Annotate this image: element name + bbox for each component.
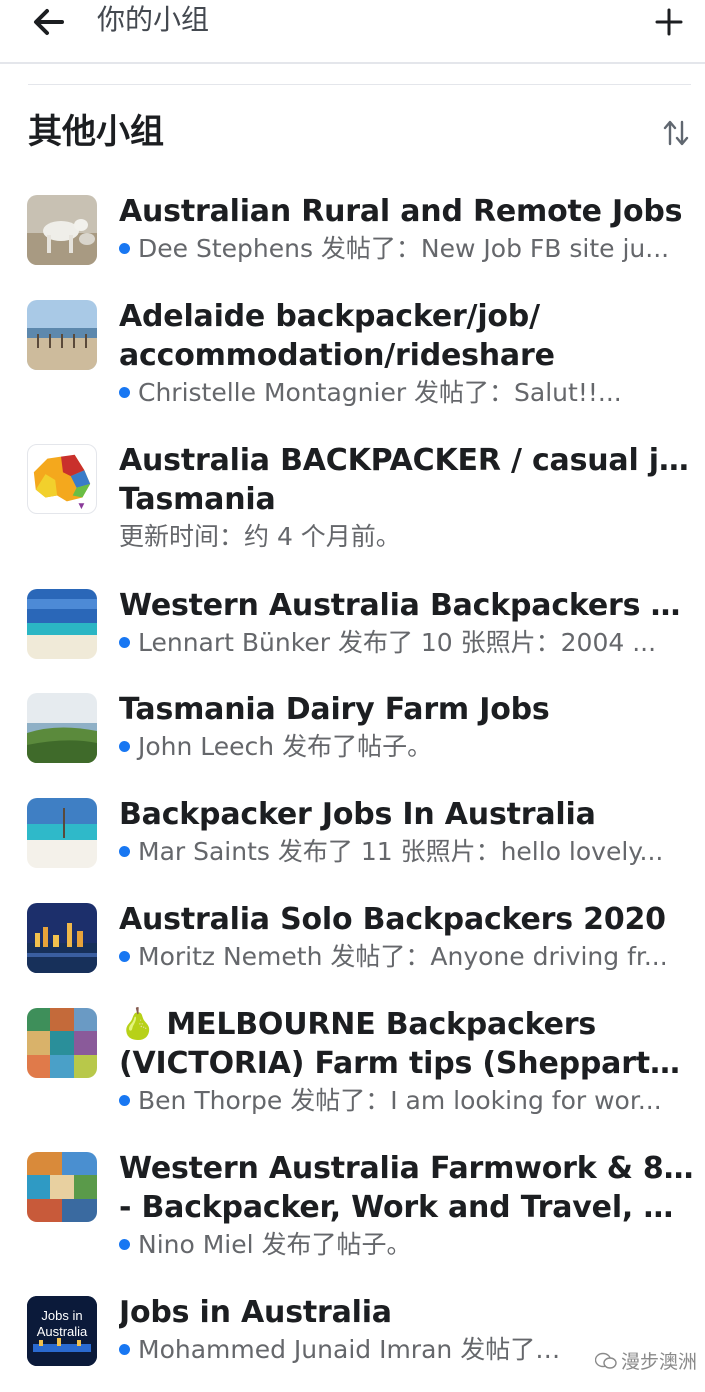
group-title: Australia BACKPACKER / casual jobs - <box>119 443 695 478</box>
group-activity: 更新时间：约 4 个月前。 <box>119 522 401 551</box>
new-activity-dot <box>119 637 130 648</box>
group-activity: Dee Stephens 发帖了：New Job FB site ju... <box>119 231 695 267</box>
group-avatar <box>27 589 97 659</box>
group-item-australian-rural-remote-jobs[interactable]: Australian Rural and Remote Jobs Dee Ste… <box>0 192 705 282</box>
group-item-australia-backpacker-tasmania[interactable]: Australia BACKPACKER / casual jobs - Tas… <box>0 441 705 566</box>
thumb-text-line1: Jobs in <box>41 1308 82 1323</box>
new-activity-dot <box>119 741 130 752</box>
group-title: Adelaide backpacker/job/ <box>119 299 540 334</box>
group-avatar <box>27 1152 97 1222</box>
divider <box>28 84 691 85</box>
top-bar: 你的小组 <box>0 0 705 64</box>
group-avatar: Jobs in Australia <box>27 1296 97 1366</box>
group-title: Jobs in Australia <box>119 1295 392 1330</box>
group-title-line2: accommodation/rideshare <box>119 338 555 373</box>
add-group-button[interactable] <box>649 2 689 42</box>
section-title: 其他小组 <box>28 112 164 152</box>
watermark: 漫步澳洲 <box>594 1347 697 1374</box>
group-avatar <box>27 300 97 370</box>
group-title: Australian Rural and Remote Jobs <box>119 194 683 229</box>
new-activity-dot <box>119 243 130 254</box>
new-activity-dot <box>119 951 130 962</box>
sort-button[interactable] <box>661 118 691 148</box>
group-activity: Christelle Montagnier 发帖了：Salut!!... <box>119 375 695 411</box>
new-activity-dot <box>119 846 130 857</box>
group-title: Australia Solo Backpackers 2020 <box>119 902 666 937</box>
group-activity: Moritz Nemeth 发帖了：Anyone driving fr... <box>119 939 695 975</box>
group-title-line2: (VICTORIA) Farm tips (Shepparton ar... <box>119 1046 695 1081</box>
group-activity: Mohammed Junaid Imran 发帖了：Hiring... <box>119 1332 585 1368</box>
group-avatar <box>27 444 97 514</box>
group-avatar <box>27 693 97 763</box>
group-avatar <box>27 195 97 265</box>
group-title-line2: - Backpacker, Work and Travel, Austral <box>119 1190 695 1225</box>
group-title: Western Australia Backpackers 2020 <box>119 588 695 623</box>
group-avatar <box>27 798 97 868</box>
sort-icon <box>663 120 689 146</box>
new-activity-dot <box>119 387 130 398</box>
group-item-western-australia-farmwork[interactable]: Western Australia Farmwork & 88 days - B… <box>0 1149 705 1274</box>
group-activity: Nino Miel 发布了帖子。 <box>119 1227 695 1263</box>
group-item-melbourne-backpackers[interactable]: 🍐 MELBOURNE Backpackers (VICTORIA) Farm … <box>0 1005 705 1130</box>
group-title: 🍐 MELBOURNE Backpackers <box>119 1007 597 1042</box>
group-activity: Lennart Bünker 发布了 10 张照片：2004 ... <box>119 625 695 661</box>
group-item-western-australia-backpackers-2020[interactable]: Western Australia Backpackers 2020 Lenna… <box>0 586 705 676</box>
page-title: 你的小组 <box>97 3 210 36</box>
new-activity-dot <box>119 1095 130 1106</box>
group-title: Western Australia Farmwork & 88 days <box>119 1151 695 1186</box>
back-button[interactable] <box>28 2 68 42</box>
wechat-icon <box>594 1352 617 1369</box>
section-header: 其他小组 <box>28 108 691 156</box>
group-item-australia-solo-backpackers-2020[interactable]: Australia Solo Backpackers 2020 Moritz N… <box>0 900 705 990</box>
watermark-text: 漫步澳洲 <box>620 1351 697 1373</box>
group-title-line2: Tasmania <box>119 482 276 517</box>
group-activity: Mar Saints 发布了 11 张照片：hello lovely... <box>119 834 695 870</box>
new-activity-dot <box>119 1344 130 1355</box>
group-title: Tasmania Dairy Farm Jobs <box>119 692 550 727</box>
group-item-backpacker-jobs-in-australia[interactable]: Backpacker Jobs In Australia Mar Saints … <box>0 795 705 885</box>
back-arrow-icon <box>34 9 64 35</box>
group-item-adelaide-backpacker[interactable]: Adelaide backpacker/job/ accommodation/r… <box>0 297 705 422</box>
thumb-text-line2: Australia <box>37 1324 88 1339</box>
plus-icon <box>655 8 683 36</box>
group-avatar <box>27 1008 97 1078</box>
group-title: Backpacker Jobs In Australia <box>119 797 596 832</box>
group-avatar <box>27 903 97 973</box>
new-activity-dot <box>119 1239 130 1250</box>
group-item-tasmania-dairy-farm-jobs[interactable]: Tasmania Dairy Farm Jobs John Leech 发布了帖… <box>0 690 705 780</box>
group-activity: Ben Thorpe 发帖了：I am looking for wor... <box>119 1083 695 1119</box>
group-activity: John Leech 发布了帖子。 <box>119 729 695 765</box>
